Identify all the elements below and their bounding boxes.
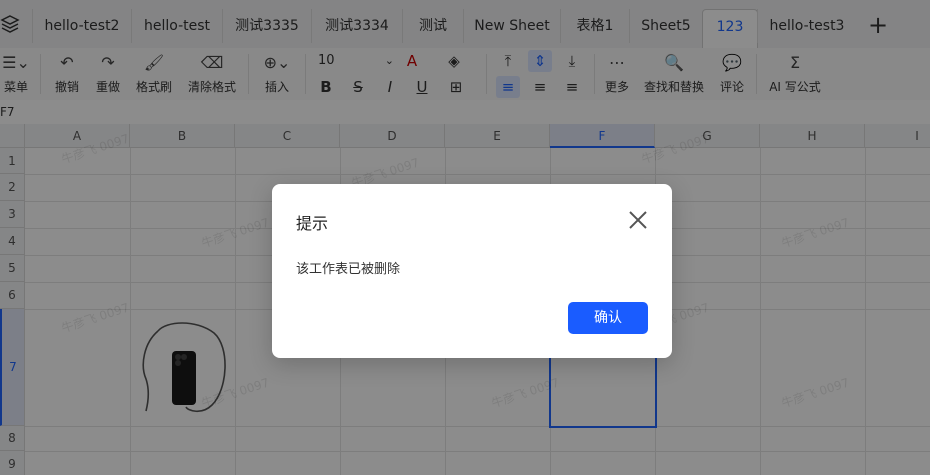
close-icon[interactable] bbox=[626, 208, 650, 232]
alert-dialog: 提示 该工作表已被删除 确认 bbox=[272, 184, 672, 358]
dialog-title: 提示 bbox=[296, 214, 329, 233]
dialog-message: 该工作表已被删除 bbox=[296, 262, 401, 277]
confirm-button[interactable]: 确认 bbox=[568, 302, 648, 334]
